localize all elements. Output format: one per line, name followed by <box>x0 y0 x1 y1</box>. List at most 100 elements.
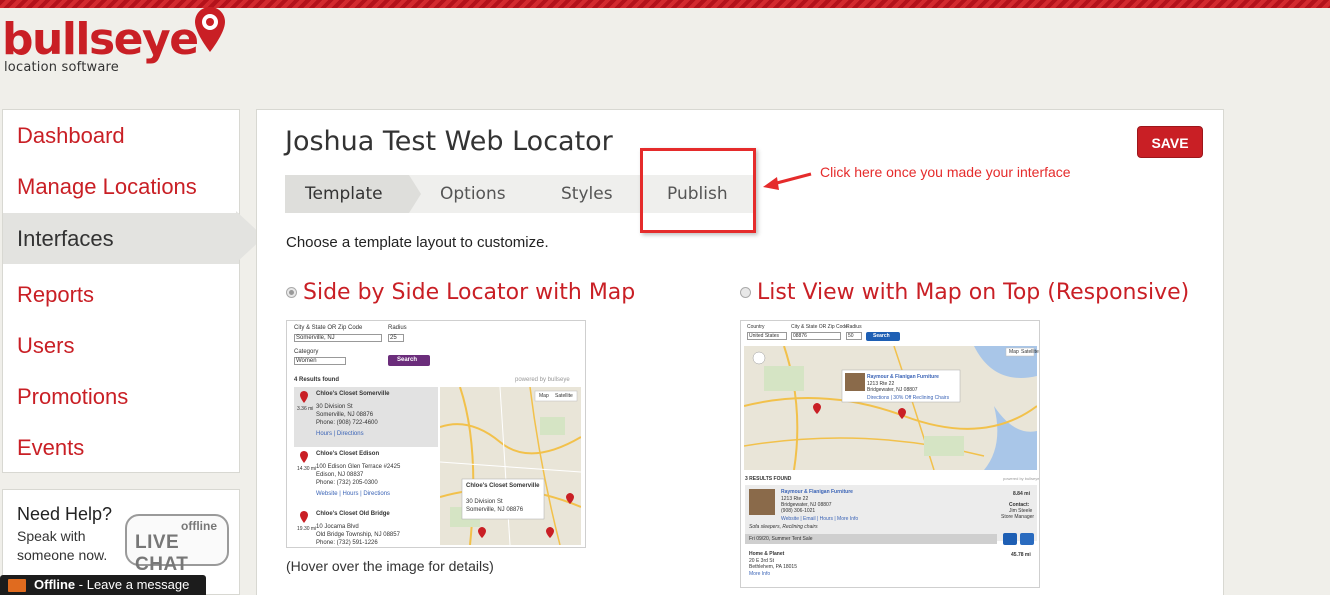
logo-tagline: location software <box>4 60 119 75</box>
preview-r1-address1: 30 Division St <box>316 404 353 410</box>
preview2-popup-links: Directions | 30% Off Reclining Chairs <box>867 395 950 401</box>
preview-r2-phone: Phone: (732) 205-0300 <box>316 480 378 486</box>
preview-popup-addr1: 30 Division St <box>466 499 503 505</box>
preview-category-label: Category <box>294 349 319 355</box>
tab-template[interactable]: Template <box>285 175 409 213</box>
pin-icon <box>300 391 308 403</box>
preview2-popup-addr2: Bridgewater, NJ 08807 <box>867 387 918 393</box>
template-title-list-view[interactable]: List View with Map on Top (Responsive) <box>757 280 1189 305</box>
preview-r2-address1: 100 Edison Glen Terrace #2425 <box>316 464 401 470</box>
preview-radius-label: Radius <box>388 325 407 331</box>
preview-r1-name: Chloe's Closet Somerville <box>316 391 390 397</box>
tab-options[interactable]: Options <box>440 175 506 213</box>
preview2-r1-contact-role: Store Manager <box>1001 514 1035 520</box>
logo-wordmark: bullseye <box>2 14 199 65</box>
sidebar-item-reports[interactable]: Reports <box>3 271 239 319</box>
preview-r1-phone: Phone: (908) 722-4600 <box>316 420 378 426</box>
sidebar-item-manage-locations[interactable]: Manage Locations <box>3 163 239 211</box>
preview-map-tab: Map <box>539 393 549 399</box>
preview2-r1-note: Sofa sleepers, Reclining chairs <box>749 524 818 530</box>
preview-r2-links: Website | Hours | Directions <box>316 491 391 497</box>
preview-r2-address2: Edison, NJ 08837 <box>316 472 364 478</box>
preview2-powered-by: powered by bullseye <box>1003 476 1040 481</box>
preview-satellite-tab: Satellite <box>555 393 573 399</box>
preview-r3-phone: Phone: (732) 591-1226 <box>316 540 378 546</box>
map-pin-icon <box>195 7 225 52</box>
preview-map <box>440 387 581 545</box>
hover-note: (Hover over the image for details) <box>286 558 494 574</box>
annotation-text: Click here once you made your interface <box>820 164 1071 180</box>
active-tab-pointer <box>409 175 421 213</box>
template-preview-side-by-side[interactable]: City & State OR Zip Code Somerville, NJ … <box>286 320 586 548</box>
help-title: Need Help? <box>17 504 113 524</box>
preview2-map-tab: Map <box>1009 349 1019 355</box>
preview-search-button: Search <box>397 357 418 363</box>
preview2-r1-links: Website | Email | Hours | More Info <box>781 516 859 522</box>
save-button[interactable]: SAVE <box>1137 126 1203 158</box>
preview2-r1-phone: (908) 306-1021 <box>781 508 816 514</box>
preview2-country-value: United States <box>749 333 780 339</box>
preview2-field-label: City & State OR Zip Code <box>791 324 848 330</box>
preview2-r2-links: More Info <box>749 571 771 577</box>
sidebar-item-promotions[interactable]: Promotions <box>3 373 239 421</box>
preview2-search-button: Search <box>873 333 890 339</box>
pin-icon <box>300 451 308 463</box>
chat-label: LIVE CHAT <box>135 532 189 575</box>
sidebar-nav: Dashboard Manage Locations Interfaces Re… <box>2 109 240 473</box>
publish-highlight-box <box>640 148 756 233</box>
offline-message-bar[interactable]: Offline - Leave a message <box>0 575 206 595</box>
preview2-r2-addr2: Bethlehem, PA 18015 <box>749 564 797 570</box>
preview-popup-addr2: Somerville, NJ 08876 <box>466 507 524 513</box>
preview2-results-count: 3 RESULTS FOUND <box>745 476 792 482</box>
sidebar-item-users[interactable]: Users <box>3 322 239 370</box>
preview2-map <box>744 346 1037 470</box>
tab-styles[interactable]: Styles <box>561 175 613 213</box>
template-preview-list-view[interactable]: Country United States City & State OR Zi… <box>740 320 1040 588</box>
sidebar-item-dashboard[interactable]: Dashboard <box>3 112 239 160</box>
preview2-satellite-tab: Satellite <box>1021 349 1039 355</box>
preview-r3-distance: 19.30 mi <box>297 526 317 532</box>
main-panel: Joshua Test Web Locator SAVE Template Op… <box>256 109 1224 595</box>
preview2-radius-value: 50 <box>848 333 854 339</box>
preview-r1-distance: 3.36 mi <box>297 406 314 412</box>
preview-radius-value: 25 <box>390 335 397 341</box>
chat-status: offline <box>181 519 217 533</box>
preview2-field-value: 08876 <box>793 333 807 339</box>
preview2-r2-name: Home & Planet <box>749 551 785 557</box>
preview-r3-address1: 10 Jocama Blvd <box>316 524 359 530</box>
preview-results-count: 4 Results found <box>294 377 340 383</box>
offline-status: Offline <box>34 577 76 592</box>
intro-text: Choose a template layout to customize. <box>286 234 549 251</box>
template-title-side-by-side[interactable]: Side by Side Locator with Map <box>303 280 635 305</box>
preview-r3-address2: Old Bridge Township, NJ 08857 <box>316 532 400 538</box>
preview-r3-name: Chloe's Closet Old Bridge <box>316 511 390 517</box>
page-title: Joshua Test Web Locator <box>285 126 613 157</box>
help-text: Speak with someone now. <box>17 528 108 563</box>
template-radio-side-by-side[interactable] <box>286 287 297 298</box>
pin-icon <box>300 511 308 523</box>
preview-category-value: Women <box>296 358 317 364</box>
live-chat-button[interactable]: offline LIVE CHAT <box>125 514 229 575</box>
sidebar-item-events[interactable]: Events <box>3 424 239 472</box>
preview2-r1-event: Fri 09/20, Summer Tent Sale <box>749 536 813 542</box>
offline-bar-text: - Leave a message <box>75 577 190 592</box>
preview-r1-links: Hours | Directions <box>316 431 364 437</box>
preview2-r2-distance: 45.78 mi <box>1011 552 1031 558</box>
preview2-country-label: Country <box>747 324 765 330</box>
envelope-icon <box>8 579 26 592</box>
preview2-popup-name: Raymour & Flanigan Furniture <box>867 374 939 380</box>
preview2-r1-distance: 8.84 mi <box>1013 491 1030 497</box>
preview-field-value: Somerville, NJ <box>296 335 335 341</box>
annotation-arrow-icon <box>763 172 812 190</box>
bullseye-logo[interactable]: bullseye location software <box>2 7 242 80</box>
preview-r2-distance: 14.30 mi <box>297 466 317 472</box>
preview-field-label: City & State OR Zip Code <box>294 325 363 331</box>
sidebar-item-interfaces[interactable]: Interfaces <box>3 213 239 264</box>
template-radio-list-view[interactable] <box>740 287 751 298</box>
preview2-radius-label: Radius <box>846 324 862 330</box>
preview-r2-name: Chloe's Closet Edison <box>316 451 380 457</box>
preview2-r1-name: Raymour & Flanigan Furniture <box>781 489 853 495</box>
preview-powered-by: powered by bullseye <box>515 377 570 383</box>
preview-popup-name: Chloe's Closet Somerville <box>466 483 540 489</box>
preview-r1-address2: Somerville, NJ 08876 <box>316 412 374 418</box>
